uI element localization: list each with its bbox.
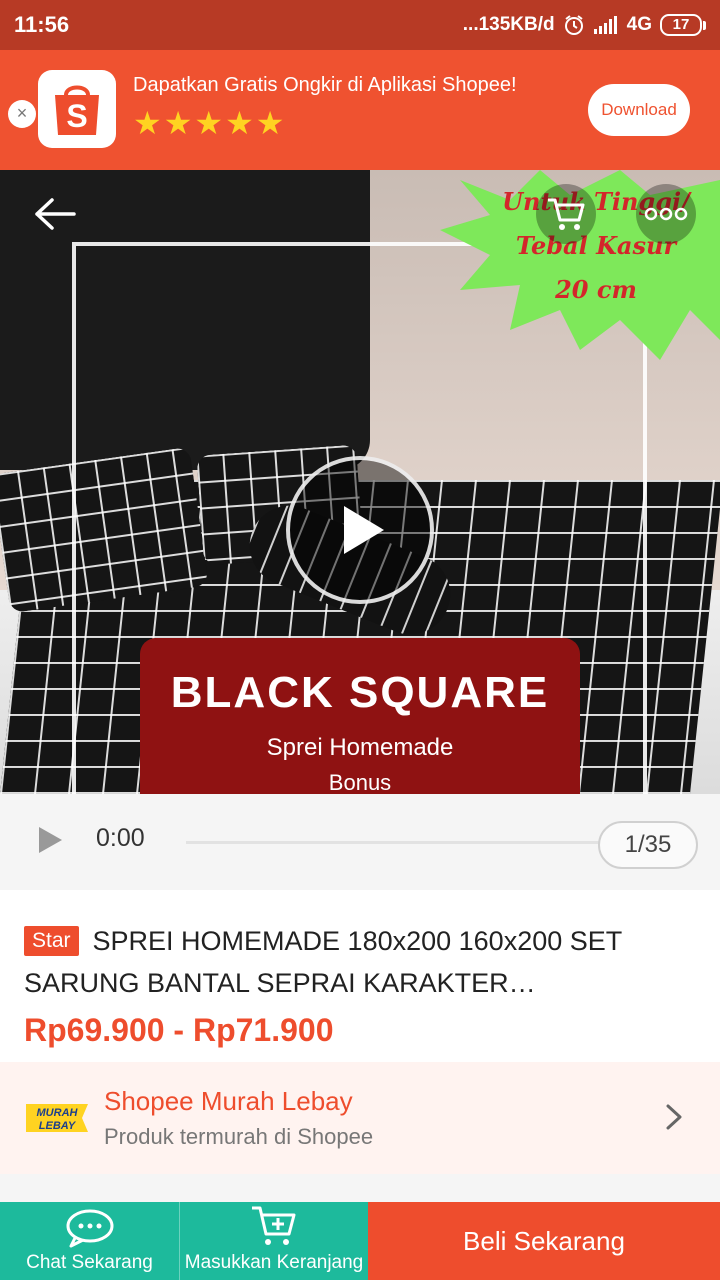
- add-to-cart-label: Masukkan Keranjang: [184, 1252, 364, 1273]
- star-icon: ★: [255, 105, 285, 141]
- murah-lebay-logo: MURAH LEBAY: [26, 1104, 88, 1132]
- section-divider: [0, 1174, 720, 1202]
- chat-button[interactable]: Chat Sekarang: [0, 1202, 180, 1280]
- label-title: BLACK SQUARE: [170, 668, 550, 717]
- app-download-banner[interactable]: × S Dapatkan Gratis Ongkir di Aplikasi S…: [0, 50, 720, 170]
- product-title-line: Star SPREI HOMEMADE 180x200 160x200 SET S…: [24, 920, 684, 1004]
- product-image[interactable]: Untuk Tinggi/ Tebal Kasur 20 cm BLACK SQ…: [0, 170, 720, 794]
- video-controls: 0:00 1/35: [0, 794, 720, 890]
- shopee-logo-icon: S: [38, 70, 116, 148]
- status-indicators: ...135KB/d 4G 17: [463, 14, 706, 36]
- chat-icon: [66, 1209, 113, 1248]
- product-info: Star SPREI HOMEMADE 180x200 160x200 SET S…: [0, 890, 720, 1062]
- add-cart-icon: [252, 1206, 296, 1245]
- battery-icon: 17: [660, 14, 706, 36]
- download-button[interactable]: Download: [588, 84, 690, 136]
- more-options-button[interactable]: [636, 184, 696, 244]
- star-badge: Star: [24, 926, 79, 956]
- star-icon: ★: [163, 105, 193, 141]
- add-to-cart-button[interactable]: Masukkan Keranjang: [180, 1202, 368, 1280]
- alarm-icon: [563, 14, 585, 36]
- cart-button[interactable]: [536, 184, 596, 244]
- image-counter: 1/35: [598, 821, 698, 869]
- network-speed: ...135KB/d: [462, 14, 555, 35]
- more-icon: [644, 207, 688, 221]
- video-progress-track[interactable]: [186, 841, 606, 844]
- banner-text: Dapatkan Gratis Ongkir di Aplikasi Shope…: [133, 74, 573, 139]
- star-icon: ★: [225, 105, 254, 141]
- cart-icon: [548, 198, 585, 230]
- star-icon: ★: [194, 105, 224, 141]
- back-arrow-icon: [35, 198, 76, 230]
- back-button[interactable]: [24, 192, 84, 236]
- svg-text:MURAH: MURAH: [37, 1107, 79, 1119]
- signal-icon: [593, 15, 619, 35]
- buy-now-label: Beli Sekarang: [463, 1225, 625, 1256]
- svg-text:LEBAY: LEBAY: [39, 1120, 77, 1132]
- play-icon: [344, 506, 384, 554]
- video-play-button[interactable]: [286, 456, 434, 604]
- promo-row[interactable]: MURAH LEBAY Shopee Murah Lebay Produk te…: [0, 1062, 720, 1174]
- buy-now-button[interactable]: Beli Sekarang: [368, 1202, 720, 1280]
- status-time: 11:56: [14, 12, 70, 37]
- burst-line-3: 20 cm: [555, 275, 637, 304]
- close-banner-button[interactable]: ×: [8, 100, 36, 128]
- star-icon: ★: [133, 105, 162, 141]
- logo-letter: S: [66, 98, 87, 134]
- label-subtitle-2: Bonus: [328, 770, 392, 794]
- promo-subtitle: Produk termurah di Shopee: [104, 1124, 374, 1149]
- banner-title: Dapatkan Gratis Ongkir di Aplikasi Shope…: [133, 74, 517, 96]
- product-label: BLACK SQUARE Sprei Homemade Bonus: [140, 638, 580, 794]
- promo-title: Shopee Murah Lebay: [104, 1086, 353, 1116]
- chevron-right-icon: [666, 1104, 682, 1130]
- chat-button-label: Chat Sekarang: [26, 1252, 153, 1273]
- rating-stars: ★ ★ ★ ★ ★: [133, 107, 573, 139]
- label-subtitle: Sprei Homemade: [266, 734, 454, 761]
- product-price: Rp69.900 - Rp71.900: [24, 1012, 334, 1048]
- video-time: 0:00: [96, 824, 145, 852]
- network-type: 4G: [626, 14, 652, 35]
- product-title: SPREI HOMEMADE 180x200 160x200 SET SARUN…: [24, 926, 622, 998]
- bottom-action-bar: Chat Sekarang Masukkan Keranjang Beli Se…: [0, 1202, 720, 1280]
- video-play-toggle[interactable]: [36, 824, 64, 861]
- battery-level: 17: [660, 14, 702, 36]
- status-bar: 11:56 ...135KB/d 4G 17: [0, 0, 720, 50]
- play-icon: [39, 827, 62, 853]
